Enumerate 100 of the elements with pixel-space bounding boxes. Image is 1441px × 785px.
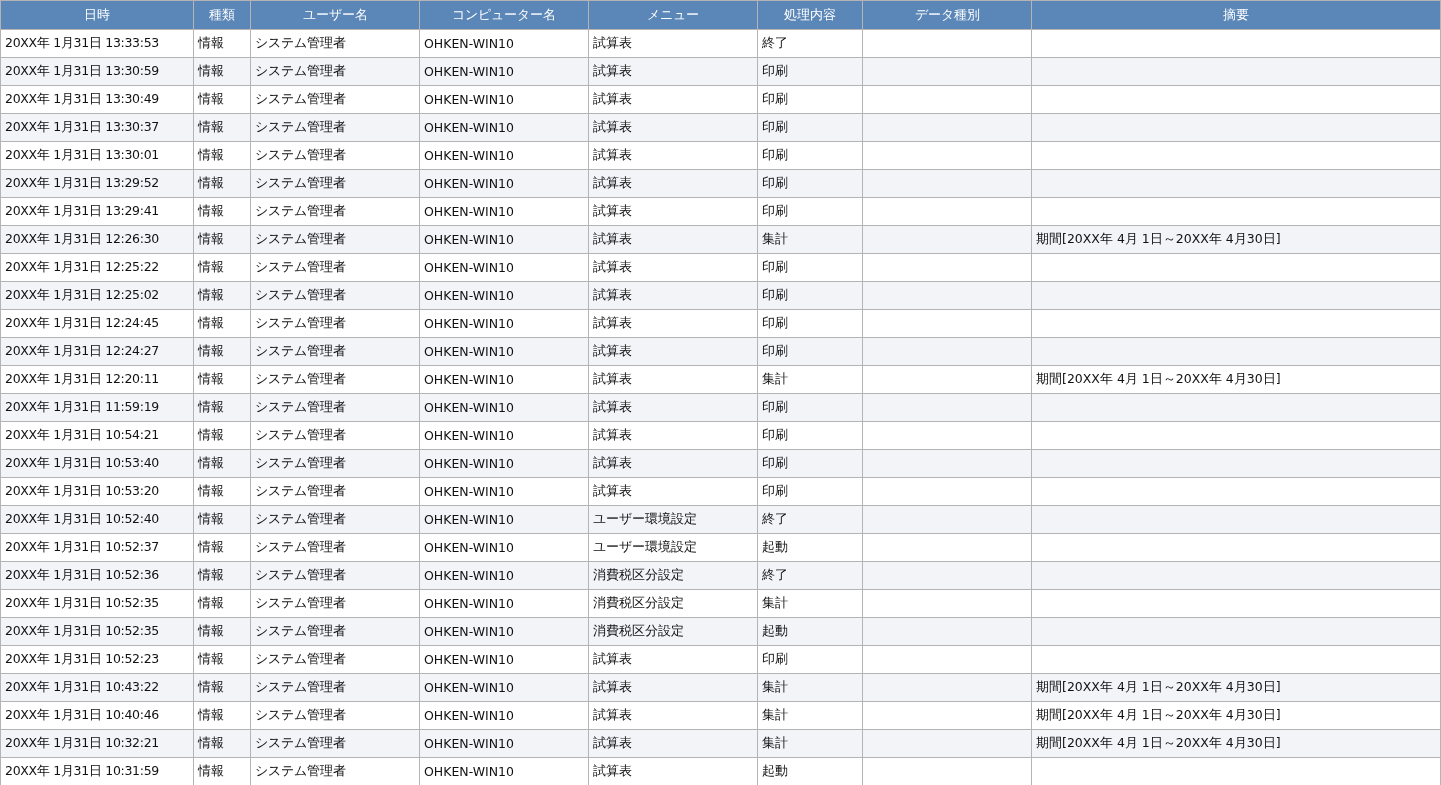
table-cell: 20XX年 1月31日 10:43:22	[0, 673, 194, 702]
table-cell: システム管理者	[250, 701, 420, 730]
table-cell: OHKEN-WIN10	[419, 617, 589, 646]
table-cell: 集計	[757, 673, 863, 702]
table-cell: 試算表	[588, 365, 758, 394]
table-cell: 試算表	[588, 477, 758, 506]
table-cell: システム管理者	[250, 337, 420, 366]
table-cell: 期間[20XX年 4月 1日～20XX年 4月30日]	[1031, 701, 1441, 730]
table-cell: 試算表	[588, 673, 758, 702]
table-cell: OHKEN-WIN10	[419, 449, 589, 478]
table-cell: システム管理者	[250, 253, 420, 282]
table-cell: 情報	[193, 197, 251, 226]
table-cell: 20XX年 1月31日 10:40:46	[0, 701, 194, 730]
column-header[interactable]: 種類	[193, 0, 251, 30]
table-cell: 情報	[193, 169, 251, 198]
table-cell: 終了	[757, 561, 863, 590]
table-cell: 20XX年 1月31日 12:20:11	[0, 365, 194, 394]
table-cell: 試算表	[588, 169, 758, 198]
table-cell: システム管理者	[250, 225, 420, 254]
table-cell: 20XX年 1月31日 10:31:59	[0, 757, 194, 785]
table-cell: ユーザー環境設定	[588, 533, 758, 562]
table-cell: 20XX年 1月31日 13:30:01	[0, 141, 194, 170]
table-cell: 20XX年 1月31日 11:59:19	[0, 393, 194, 422]
table-cell: 期間[20XX年 4月 1日～20XX年 4月30日]	[1031, 673, 1441, 702]
table-cell: 印刷	[757, 449, 863, 478]
table-cell: 試算表	[588, 85, 758, 114]
table-cell: 情報	[193, 589, 251, 618]
table-cell: 情報	[193, 561, 251, 590]
table-cell: 起動	[757, 617, 863, 646]
table-cell: 試算表	[588, 421, 758, 450]
table-cell: OHKEN-WIN10	[419, 253, 589, 282]
table-cell: 印刷	[757, 141, 863, 170]
table-cell: 印刷	[757, 477, 863, 506]
table-cell: 情報	[193, 701, 251, 730]
table-cell: 情報	[193, 281, 251, 310]
table-cell: 印刷	[757, 645, 863, 674]
table-cell: 印刷	[757, 337, 863, 366]
table-cell: 印刷	[757, 197, 863, 226]
table-cell: システム管理者	[250, 197, 420, 226]
table-cell: 印刷	[757, 113, 863, 142]
table-cell: 試算表	[588, 393, 758, 422]
column-header[interactable]: データ種別	[862, 0, 1032, 30]
table-cell: 20XX年 1月31日 10:53:40	[0, 449, 194, 478]
table-cell: 印刷	[757, 393, 863, 422]
table-cell: 20XX年 1月31日 13:29:52	[0, 169, 194, 198]
table-cell: 消費税区分設定	[588, 561, 758, 590]
column-header[interactable]: 処理内容	[757, 0, 863, 30]
table-cell: OHKEN-WIN10	[419, 365, 589, 394]
column-header[interactable]: メニュー	[588, 0, 758, 30]
table-cell: システム管理者	[250, 113, 420, 142]
table-cell: OHKEN-WIN10	[419, 393, 589, 422]
column-header[interactable]: ユーザー名	[250, 0, 420, 30]
table-cell: 20XX年 1月31日 13:30:59	[0, 57, 194, 86]
table-cell: 集計	[757, 729, 863, 758]
table-cell: システム管理者	[250, 561, 420, 590]
table-cell: 20XX年 1月31日 10:52:23	[0, 645, 194, 674]
table-cell: 試算表	[588, 337, 758, 366]
table-cell: システム管理者	[250, 29, 420, 58]
table-cell: OHKEN-WIN10	[419, 673, 589, 702]
table-cell: 試算表	[588, 29, 758, 58]
table-cell: 集計	[757, 589, 863, 618]
column-header[interactable]: 日時	[0, 0, 194, 30]
table-cell: 情報	[193, 449, 251, 478]
table-cell: 集計	[757, 701, 863, 730]
table-cell: システム管理者	[250, 505, 420, 534]
table-cell: 情報	[193, 421, 251, 450]
table-cell: 情報	[193, 533, 251, 562]
table-cell: 20XX年 1月31日 13:30:37	[0, 113, 194, 142]
table-cell: 期間[20XX年 4月 1日～20XX年 4月30日]	[1031, 729, 1441, 758]
table-cell: 試算表	[588, 645, 758, 674]
column-header[interactable]: 摘要	[1031, 0, 1441, 30]
table-cell: 情報	[193, 505, 251, 534]
table-cell: 20XX年 1月31日 12:24:27	[0, 337, 194, 366]
table-cell: 試算表	[588, 729, 758, 758]
table-cell: 情報	[193, 365, 251, 394]
column-header[interactable]: コンピューター名	[419, 0, 589, 30]
table-cell: 情報	[193, 113, 251, 142]
table-cell: 期間[20XX年 4月 1日～20XX年 4月30日]	[1031, 225, 1441, 254]
table-cell: 20XX年 1月31日 13:29:41	[0, 197, 194, 226]
table-cell: 20XX年 1月31日 12:25:22	[0, 253, 194, 282]
table-cell: 情報	[193, 253, 251, 282]
table-cell: 印刷	[757, 169, 863, 198]
table-cell: 20XX年 1月31日 12:24:45	[0, 309, 194, 338]
table-cell: 20XX年 1月31日 10:52:36	[0, 561, 194, 590]
table-cell: OHKEN-WIN10	[419, 57, 589, 86]
table-cell: 情報	[193, 393, 251, 422]
table-cell: 期間[20XX年 4月 1日～20XX年 4月30日]	[1031, 365, 1441, 394]
table-cell: システム管理者	[250, 645, 420, 674]
table-cell: OHKEN-WIN10	[419, 85, 589, 114]
table-cell: システム管理者	[250, 169, 420, 198]
table-cell: 20XX年 1月31日 10:54:21	[0, 421, 194, 450]
table-cell: 情報	[193, 617, 251, 646]
table-cell: OHKEN-WIN10	[419, 337, 589, 366]
table-cell: 試算表	[588, 57, 758, 86]
table-cell: 20XX年 1月31日 10:52:35	[0, 617, 194, 646]
table-cell: システム管理者	[250, 477, 420, 506]
table-cell: OHKEN-WIN10	[419, 225, 589, 254]
table-cell: システム管理者	[250, 589, 420, 618]
table-cell: システム管理者	[250, 57, 420, 86]
table-cell: OHKEN-WIN10	[419, 645, 589, 674]
